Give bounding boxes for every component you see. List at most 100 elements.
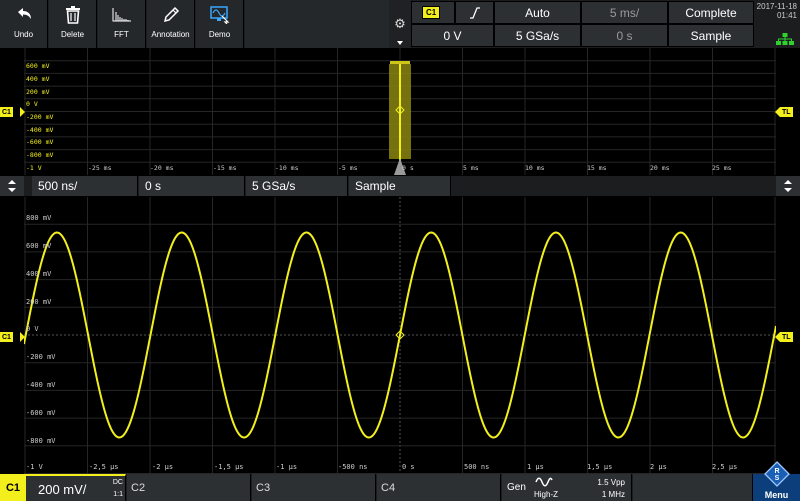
ov-y-label: -200 mV	[26, 113, 54, 121]
zoom-sample-rate[interactable]: 5 GSa/s	[246, 176, 348, 196]
main-x-label: 2 µs	[650, 463, 667, 471]
ov-x-label: -10 ms	[275, 164, 299, 172]
acquisition-mode[interactable]: Sample	[668, 24, 754, 47]
main-x-label: -2,5 µs	[89, 463, 119, 471]
fft-button[interactable]: FFT	[98, 0, 146, 48]
main-y-label: -400 mV	[26, 381, 56, 389]
overview-plot-area[interactable]: 600 mV 400 mV 200 mV 0 V -200 mV -400 mV…	[24, 48, 776, 175]
datetime: 2017-11-18 01:41	[754, 2, 800, 20]
menu-button[interactable]: R S Menu	[753, 461, 800, 501]
delete-button[interactable]: Delete	[49, 0, 97, 48]
toolbar: Undo Delete FFT Annotation Demo ⚙ C1 Aut…	[0, 0, 800, 48]
channel2-tab[interactable]: C2	[127, 474, 251, 501]
demo-button[interactable]: Demo	[196, 0, 244, 48]
zoom-timebase[interactable]: 500 ns/	[32, 176, 138, 196]
trigger-source-badge: C1	[422, 6, 441, 19]
generator-amplitude: 1.5 Vpp	[597, 478, 625, 487]
main-waveform-plot	[23, 197, 777, 474]
ov-y-label: -400 mV	[26, 126, 54, 134]
status-bar: C1 200 mV/ DC 1:1 C2 C3 C4 Gen High-Z 1.…	[0, 461, 800, 501]
ov-y-label: 200 mV	[26, 88, 50, 96]
date-text: 2017-11-18	[756, 2, 797, 11]
ov-y-label: -600 mV	[26, 138, 54, 146]
trigger-level-value[interactable]: 0 V	[411, 24, 494, 47]
demo-label: Demo	[208, 30, 231, 39]
trigger-position-value[interactable]: 0 s	[581, 24, 668, 47]
main-y-label: -800 mV	[26, 437, 56, 445]
ov-x-label: 10 ms	[525, 164, 545, 172]
ov-y-label: 0 V	[26, 100, 38, 108]
acquisition-state[interactable]: Complete	[668, 1, 754, 24]
right-updown-button[interactable]	[776, 176, 800, 196]
trigger-slope-select[interactable]	[455, 1, 494, 24]
pencil-icon	[162, 0, 180, 30]
annotation-button[interactable]: Annotation	[147, 0, 195, 48]
main-y-label: 800 mV	[26, 214, 52, 222]
generator-label: Gen	[507, 482, 526, 493]
sample-rate-value[interactable]: 5 GSa/s	[494, 24, 581, 47]
zoom-info-bar: 500 ns/ 0 s 5 GSa/s Sample	[24, 176, 776, 196]
ov-x-label: 15 ms	[587, 164, 607, 172]
ov-y-label: 400 mV	[26, 75, 50, 83]
overview-channel-arrow-icon	[20, 107, 25, 117]
main-x-label: 0 s	[402, 463, 415, 471]
overview-trigger-level-marker[interactable]: TL	[780, 107, 793, 117]
ov-y-label: -1 V	[26, 164, 42, 172]
rising-edge-icon	[469, 6, 480, 19]
main-x-label: 1,5 µs	[587, 463, 613, 471]
toolbar-spacer	[245, 0, 389, 48]
main-y-label: 200 mV	[26, 298, 52, 306]
overview-y-axis: 600 mV 400 mV 200 mV 0 V -200 mV -400 mV…	[24, 48, 64, 175]
main-x-label: 500 ns	[464, 463, 490, 471]
holdoff-value[interactable]: 5 ms/	[581, 1, 668, 24]
status-empty-slot	[633, 474, 753, 501]
main-channel-arrow-icon	[20, 332, 25, 342]
generator-panel[interactable]: Gen High-Z 1.5 Vpp 1 MHz	[502, 474, 632, 501]
channel1-tab[interactable]: C1	[0, 474, 26, 501]
main-x-label: 2,5 µs	[712, 463, 738, 471]
ov-x-label: 20 ms	[650, 164, 670, 172]
main-plot-area[interactable]: 800 mV 600 mV 400 mV 200 mV 0 V -200 mV …	[23, 197, 777, 474]
delete-label: Delete	[60, 30, 85, 39]
updown-arrow-icon	[784, 180, 792, 192]
gear-icon: ⚙	[394, 16, 406, 31]
main-channel-marker[interactable]: C1	[0, 332, 13, 342]
channel1-probe: 1:1	[113, 491, 123, 498]
main-x-label: -1 µs	[276, 463, 298, 471]
demo-icon	[209, 0, 230, 30]
main-x-label: 1 µs	[527, 463, 544, 471]
channel4-tab[interactable]: C4	[377, 474, 501, 501]
main-y-label: 0 V	[26, 325, 39, 333]
annotation-label: Annotation	[151, 30, 190, 39]
zoom-position[interactable]: 0 s	[139, 176, 245, 196]
trigger-mode-select[interactable]: Auto	[494, 1, 581, 24]
trigger-source-select[interactable]: C1	[411, 1, 455, 24]
main-x-label: -500 ns	[338, 463, 368, 471]
overview-waveform-peak	[390, 61, 410, 64]
dropdown-caret-icon	[397, 41, 403, 45]
brand-logo-icon: R S	[764, 461, 790, 487]
main-y-label: 400 mV	[26, 270, 52, 278]
main-trigger-level-marker[interactable]: TL	[780, 332, 793, 342]
ov-x-label: 5 ms	[463, 164, 479, 172]
channel1-scale: 200 mV/	[38, 482, 87, 497]
generator-frequency: 1 MHz	[601, 490, 625, 499]
ov-x-label: -20 ms	[150, 164, 174, 172]
ov-y-label: 600 mV	[26, 62, 50, 70]
channel1-settings[interactable]: 200 mV/ DC 1:1	[26, 474, 126, 501]
ov-x-label: -15 ms	[213, 164, 237, 172]
left-updown-button[interactable]	[0, 176, 24, 196]
overview-plot	[24, 48, 776, 175]
svg-text:R: R	[774, 468, 779, 475]
main-y-label: 600 mV	[26, 242, 52, 250]
channel3-tab[interactable]: C3	[252, 474, 376, 501]
channel1-coupling: DC	[112, 479, 123, 486]
main-x-label: -2 µs	[152, 463, 174, 471]
undo-button[interactable]: Undo	[0, 0, 48, 48]
undo-label: Undo	[13, 30, 34, 39]
main-y-label: -1 V	[26, 463, 43, 471]
ov-y-label: -800 mV	[26, 151, 54, 159]
zoom-mode[interactable]: Sample	[349, 176, 451, 196]
overview-channel-marker[interactable]: C1	[0, 107, 13, 117]
fft-icon	[112, 0, 132, 30]
